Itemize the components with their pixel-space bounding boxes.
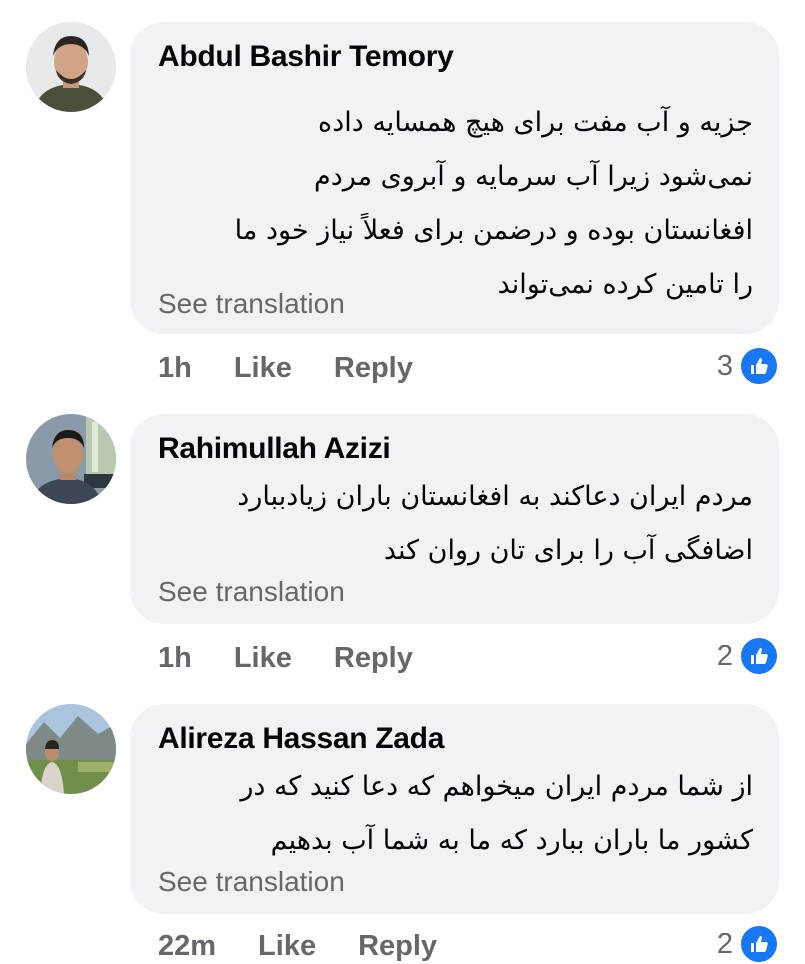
like-thumb-icon <box>739 924 779 964</box>
like-button[interactable]: Like <box>234 352 292 385</box>
like-thumb-icon <box>739 346 779 386</box>
reply-button[interactable]: Reply <box>334 352 413 385</box>
see-translation-link[interactable]: See translation <box>158 576 345 608</box>
comment: Abdul Bashir Temory جزیه و آب مفت برای ه… <box>0 0 805 400</box>
comment-text: مردم ایران دعاکند به افغانستان باران زیا… <box>237 481 753 566</box>
comment-actions: 1h Like Reply <box>158 642 455 675</box>
reaction-count-value: 2 <box>716 639 733 672</box>
avatar[interactable] <box>26 22 116 112</box>
comment-bubble: Abdul Bashir Temory جزیه و آب مفت برای ه… <box>130 22 779 334</box>
reaction-count[interactable]: 2 <box>717 636 779 676</box>
comment-author[interactable]: Rahimullah Azizi <box>158 432 391 466</box>
reaction-count[interactable]: 3 <box>717 346 779 386</box>
comment: Alireza Hassan Zada از شما مردم ایران می… <box>0 704 805 964</box>
avatar[interactable] <box>26 704 116 794</box>
see-translation-link[interactable]: See translation <box>158 288 345 320</box>
comment-time[interactable]: 1h <box>158 352 192 385</box>
comment-actions: 22m Like Reply <box>158 930 479 963</box>
comment-bubble: Alireza Hassan Zada از شما مردم ایران می… <box>130 704 779 914</box>
reaction-count[interactable]: 2 <box>717 924 779 964</box>
reaction-count-value: 3 <box>716 349 733 382</box>
comment-author[interactable]: Abdul Bashir Temory <box>158 40 454 74</box>
comment-text: جزیه و آب مفت برای هیچ همسایه داده نمی‌ش… <box>234 107 753 300</box>
comment-time[interactable]: 22m <box>158 930 216 963</box>
reply-button[interactable]: Reply <box>358 930 437 963</box>
like-thumb-icon <box>739 636 779 676</box>
avatar-photo-icon <box>26 22 116 112</box>
see-translation-link[interactable]: See translation <box>158 866 345 898</box>
comment-text: از شما مردم ایران میخواهم که دعا کنید که… <box>240 771 753 856</box>
like-button[interactable]: Like <box>234 642 292 675</box>
avatar-photo-icon <box>26 704 116 794</box>
comment-author[interactable]: Alireza Hassan Zada <box>158 722 444 756</box>
reaction-count-value: 2 <box>716 927 733 960</box>
comment-bubble: Rahimullah Azizi مردم ایران دعاکند به اف… <box>130 414 779 624</box>
reply-button[interactable]: Reply <box>334 642 413 675</box>
comment: Rahimullah Azizi مردم ایران دعاکند به اف… <box>0 414 805 694</box>
comment-time[interactable]: 1h <box>158 642 192 675</box>
avatar-photo-icon <box>26 414 116 504</box>
like-button[interactable]: Like <box>258 930 316 963</box>
avatar[interactable] <box>26 414 116 504</box>
comment-actions: 1h Like Reply <box>158 352 455 385</box>
